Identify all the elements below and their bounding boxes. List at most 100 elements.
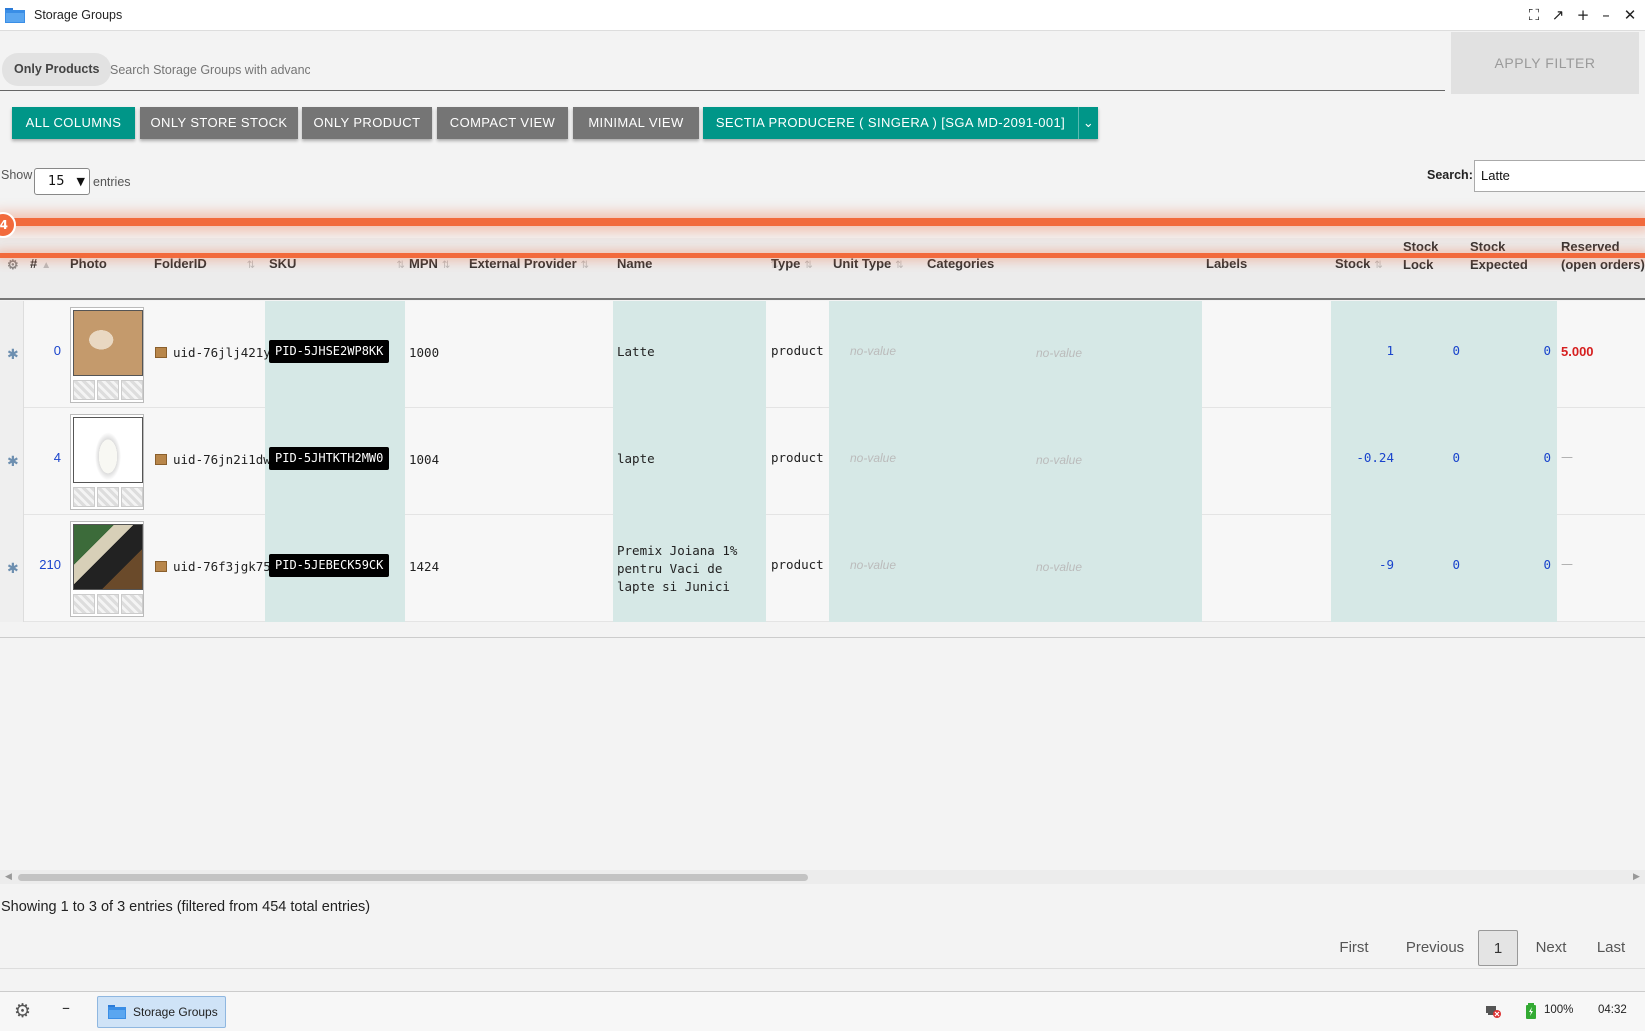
- product-name[interactable]: lapte: [617, 450, 767, 468]
- stock-lock-value: 0: [1452, 557, 1460, 572]
- taskbar: ⚙ – Storage Groups 100% 04:32: [0, 991, 1645, 1031]
- folder-icon: [108, 1005, 126, 1019]
- table-search-input[interactable]: Latte: [1474, 160, 1645, 192]
- col-labels[interactable]: Labels: [1206, 256, 1247, 271]
- milk-bottle-photo: [73, 417, 143, 483]
- type-value: product: [771, 557, 824, 572]
- pagination-previous[interactable]: Previous: [1395, 930, 1475, 966]
- product-photo[interactable]: [70, 521, 144, 617]
- fullscreen-icon[interactable]: ⛶: [1524, 5, 1544, 25]
- table-header: ⚙ # ▲ Photo FolderID ⇅ SKU ⇅ MPN ⇅ External …: [0, 238, 1645, 300]
- only-store-stock-button[interactable]: ONLY STORE STOCK: [140, 107, 298, 139]
- scroll-right-icon[interactable]: ▶: [1633, 870, 1640, 884]
- stock-lock-value: 0: [1452, 450, 1460, 465]
- product-photo[interactable]: [70, 414, 144, 510]
- table-row[interactable]: ✱ 4 uid-76jn2i1dw PID-5JHTKTH2MW0 1004 l…: [0, 408, 1645, 515]
- folder-id[interactable]: uid-76jn2i1dw: [155, 452, 271, 467]
- table-info: Showing 1 to 3 of 3 entries (filtered fr…: [1, 899, 371, 915]
- pagination-last[interactable]: Last: [1586, 930, 1636, 966]
- col-mpn[interactable]: MPN ⇅: [409, 256, 450, 271]
- store-select-label: SECTIA PRODUCERE ( SINGERA ) [SGA MD-209…: [715, 115, 1066, 130]
- col-provider[interactable]: External Provider ⇅: [469, 256, 589, 271]
- sku-badge[interactable]: PID-5JHTKTH2MW0: [269, 447, 390, 470]
- entries-select[interactable]: 15 ▼: [34, 168, 90, 195]
- popout-icon[interactable]: ↗: [1548, 5, 1568, 25]
- mpn-value: 1424: [409, 559, 440, 574]
- col-folder[interactable]: FolderID ⇅: [154, 256, 255, 271]
- col-type[interactable]: Type ⇅: [771, 256, 813, 271]
- col-categories[interactable]: Categories: [927, 256, 994, 271]
- product-name[interactable]: Latte: [617, 343, 767, 361]
- minimize-icon[interactable]: –: [1596, 5, 1616, 25]
- search-label: Search:: [1427, 168, 1473, 182]
- minimal-view-button[interactable]: MINIMAL VIEW: [573, 107, 699, 139]
- row-settings-icon[interactable]: ✱: [7, 347, 19, 363]
- only-product-button[interactable]: ONLY PRODUCT: [302, 107, 432, 139]
- categories-value: no-value: [1036, 346, 1083, 360]
- highlight-bar-top: [0, 218, 1645, 226]
- reserved-value: 5.000: [1561, 344, 1594, 359]
- gear-icon[interactable]: ⚙: [7, 257, 19, 273]
- col-stock[interactable]: Stock ⇅: [1335, 256, 1383, 271]
- product-name[interactable]: Premix Joiana 1% pentru Vaci de lapte si…: [617, 542, 767, 596]
- latte-photo: [73, 310, 143, 376]
- sku-badge[interactable]: PID-5JHSE2WP8KK: [269, 340, 390, 363]
- entries-value: 15: [48, 174, 65, 189]
- horizontal-scrollbar[interactable]: ◀ ▶: [0, 870, 1645, 884]
- compact-view-button[interactable]: COMPACT VIEW: [437, 107, 568, 139]
- taskbar-item-storage-groups[interactable]: Storage Groups: [97, 996, 226, 1028]
- pagination-next[interactable]: Next: [1526, 930, 1576, 966]
- unit-type-value: no-value: [850, 558, 897, 572]
- scrollbar-thumb[interactable]: [18, 874, 808, 881]
- col-photo[interactable]: Photo: [70, 256, 107, 271]
- advanced-search-input[interactable]: [110, 53, 310, 86]
- col-unit-type[interactable]: Unit Type ⇅: [833, 256, 904, 271]
- settings-gear-icon[interactable]: ⚙: [14, 1000, 31, 1022]
- chevron-down-icon[interactable]: ⌄: [1078, 107, 1098, 139]
- all-columns-button[interactable]: ALL COLUMNS: [12, 107, 135, 139]
- stock-expected-value: 0: [1543, 343, 1551, 358]
- only-products-chip[interactable]: Only Products: [2, 53, 112, 86]
- close-icon[interactable]: ✕: [1620, 5, 1640, 25]
- premix-bag-photo: [73, 524, 143, 590]
- show-label: Show: [1, 168, 33, 182]
- col-sku[interactable]: SKU ⇅: [269, 256, 405, 271]
- folder-id[interactable]: uid-76jlj421y: [155, 345, 271, 360]
- stock-value: -0.24: [1356, 450, 1394, 465]
- box-icon: [155, 561, 167, 572]
- battery-percent: 100%: [1544, 1004, 1574, 1016]
- minimize-all-icon[interactable]: –: [62, 998, 70, 1017]
- sku-badge[interactable]: PID-5JEBECK59CK: [269, 554, 390, 577]
- apply-filter-button[interactable]: APPLY FILTER: [1451, 32, 1639, 94]
- categories-value: no-value: [1036, 453, 1083, 467]
- stock-value: 1: [1386, 343, 1394, 358]
- row-settings-icon[interactable]: ✱: [7, 561, 19, 577]
- table-row[interactable]: ✱ 210 uid-76f3jgk75 PID-5JEBECK59CK 1424…: [0, 515, 1645, 622]
- entries-label: entries: [93, 175, 131, 189]
- box-icon: [155, 454, 167, 465]
- row-index: 0: [53, 343, 61, 358]
- search-underline: [0, 90, 1445, 91]
- box-icon: [155, 347, 167, 358]
- unit-type-value: no-value: [850, 344, 897, 358]
- categories-value: no-value: [1036, 560, 1083, 574]
- col-num[interactable]: # ▲: [30, 256, 51, 271]
- store-select-button[interactable]: SECTIA PRODUCERE ( SINGERA ) [SGA MD-209…: [703, 107, 1098, 139]
- reserved-value: —: [1561, 450, 1573, 464]
- folder-icon: [5, 8, 25, 23]
- pagination-first[interactable]: First: [1326, 930, 1382, 966]
- scroll-left-icon[interactable]: ◀: [5, 870, 12, 884]
- product-photo[interactable]: [70, 307, 144, 403]
- folder-id[interactable]: uid-76f3jgk75: [155, 559, 271, 574]
- col-name[interactable]: Name ⇅: [617, 256, 779, 271]
- table-row[interactable]: ✱ 0 uid-76jlj421y PID-5JHSE2WP8KK 1000 L…: [0, 301, 1645, 408]
- clock[interactable]: 04:32: [1598, 1004, 1627, 1016]
- add-icon[interactable]: +: [1573, 5, 1593, 25]
- pagination-page[interactable]: 1: [1478, 930, 1518, 966]
- highlight-bar-bottom: [0, 253, 1645, 258]
- stock-expected-value: 0: [1543, 450, 1551, 465]
- battery-icon[interactable]: [1525, 1003, 1537, 1022]
- network-status-icon[interactable]: [1485, 1003, 1501, 1022]
- stock-expected-value: 0: [1543, 557, 1551, 572]
- row-settings-icon[interactable]: ✱: [7, 454, 19, 470]
